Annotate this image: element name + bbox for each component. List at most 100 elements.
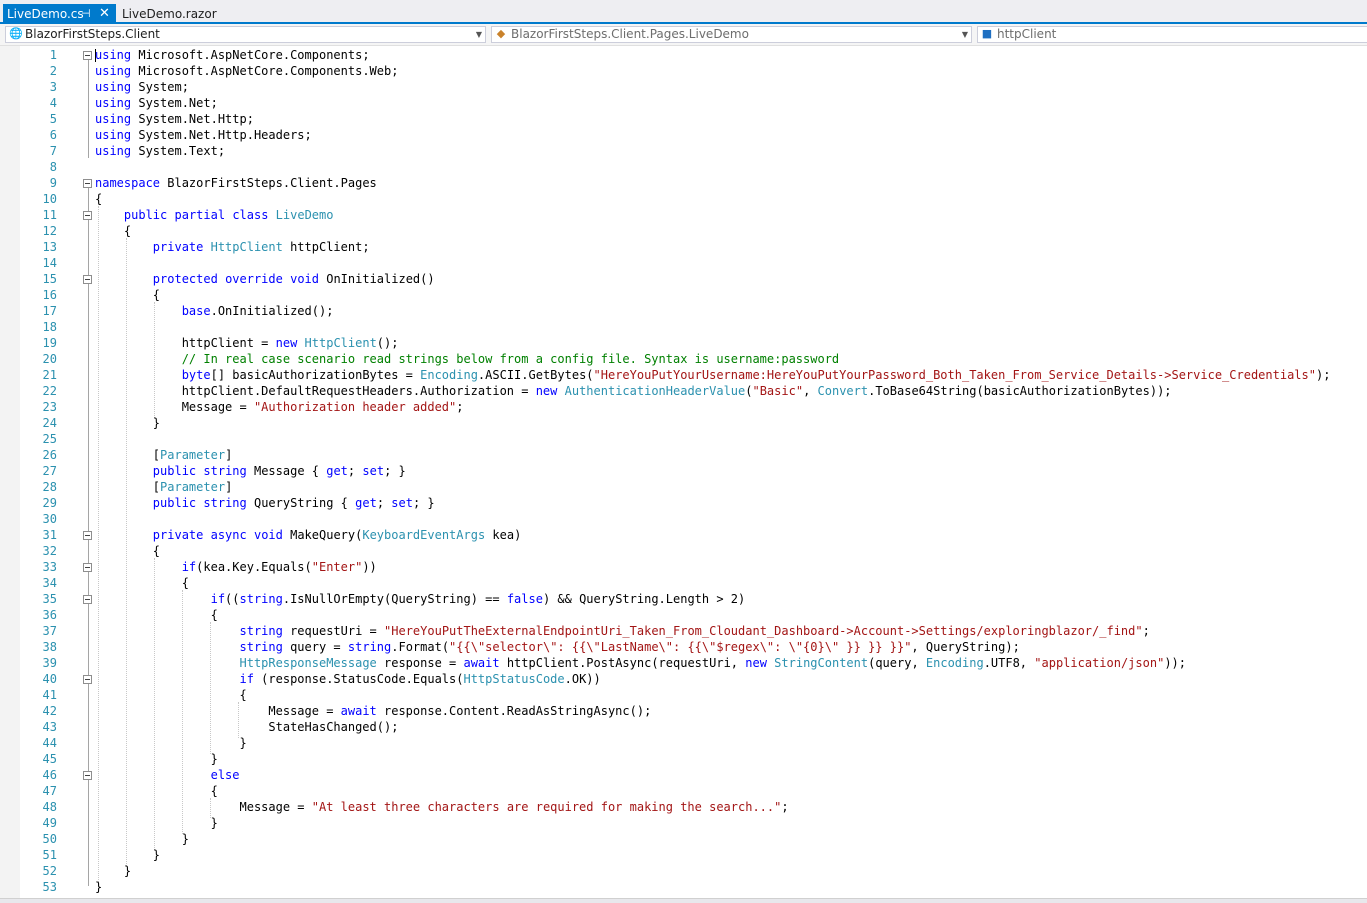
code-text[interactable]: using System.Net.Http; <box>95 111 254 127</box>
code-line[interactable]: 10 { <box>0 191 1367 207</box>
code-text[interactable]: Message = "Authorization header added"; <box>95 399 464 415</box>
close-icon[interactable]: ✕ <box>99 4 110 24</box>
code-line[interactable]: 9 namespace BlazorFirstSteps.Client.Pages <box>0 175 1367 191</box>
code-line[interactable]: 27 public string Message { get; set; } <box>0 463 1367 479</box>
code-line[interactable]: 23 Message = "Authorization header added… <box>0 399 1367 415</box>
code-text[interactable]: { <box>95 687 246 703</box>
member-dropdown[interactable]: ■ httpClient <box>977 26 1367 43</box>
code-line[interactable]: 16 { <box>0 287 1367 303</box>
code-line[interactable]: 1 using Microsoft.AspNetCore.Components; <box>0 47 1367 63</box>
code-text[interactable]: { <box>95 543 160 559</box>
code-line[interactable]: 17 base.OnInitialized(); <box>0 303 1367 319</box>
code-line[interactable]: 19 httpClient = new HttpClient(); <box>0 335 1367 351</box>
code-text[interactable]: if (response.StatusCode.Equals(HttpStatu… <box>95 671 601 687</box>
collapse-icon[interactable] <box>83 179 92 188</box>
code-text[interactable]: string requestUri = "HereYouPutTheExtern… <box>95 623 1150 639</box>
code-line[interactable]: 8 <box>0 159 1367 175</box>
code-line[interactable]: 15 protected override void OnInitialized… <box>0 271 1367 287</box>
tab-livedemo-cs[interactable]: LiveDemo.cs ⊣ ✕ <box>3 4 116 24</box>
code-line[interactable]: 39 HttpResponseMessage response = await … <box>0 655 1367 671</box>
code-line[interactable]: 13 private HttpClient httpClient; <box>0 239 1367 255</box>
pin-icon[interactable]: ⊣ <box>81 4 91 24</box>
code-line[interactable]: 46 else <box>0 767 1367 783</box>
code-line[interactable]: 22 httpClient.DefaultRequestHeaders.Auth… <box>0 383 1367 399</box>
code-line[interactable]: 2 using Microsoft.AspNetCore.Components.W… <box>0 63 1367 79</box>
code-line[interactable]: 32 { <box>0 543 1367 559</box>
collapse-icon[interactable] <box>83 675 92 684</box>
code-text[interactable]: if(kea.Key.Equals("Enter")) <box>95 559 377 575</box>
code-line[interactable]: 35 if((string.IsNullOrEmpty(QueryString)… <box>0 591 1367 607</box>
code-text[interactable]: } <box>95 751 218 767</box>
code-text[interactable]: else <box>95 767 240 783</box>
code-text[interactable]: public string QueryString { get; set; } <box>95 495 435 511</box>
code-text[interactable]: using System.Text; <box>95 143 225 159</box>
code-text[interactable]: protected override void OnInitialized() <box>95 271 435 287</box>
code-text[interactable]: } <box>95 415 160 431</box>
code-line[interactable]: 6 using System.Net.Http.Headers; <box>0 127 1367 143</box>
code-line[interactable]: 7 using System.Text; <box>0 143 1367 159</box>
code-line[interactable]: 37 string requestUri = "HereYouPutTheExt… <box>0 623 1367 639</box>
code-line[interactable]: 36 { <box>0 607 1367 623</box>
code-line[interactable]: 28 [Parameter] <box>0 479 1367 495</box>
code-text[interactable]: } <box>95 863 131 879</box>
collapse-icon[interactable] <box>83 595 92 604</box>
code-text[interactable]: using System.Net.Http.Headers; <box>95 127 312 143</box>
code-text[interactable]: using Microsoft.AspNetCore.Components; <box>95 47 370 63</box>
code-line[interactable]: 34 { <box>0 575 1367 591</box>
code-line[interactable]: 3 using System; <box>0 79 1367 95</box>
code-text[interactable]: Message = await response.Content.ReadAsS… <box>95 703 651 719</box>
code-line[interactable]: 31 private async void MakeQuery(Keyboard… <box>0 527 1367 543</box>
code-line[interactable]: 48 Message = "At least three characters … <box>0 799 1367 815</box>
code-text[interactable]: { <box>95 607 218 623</box>
code-line[interactable]: 50 } <box>0 831 1367 847</box>
collapse-icon[interactable] <box>83 771 92 780</box>
collapse-icon[interactable] <box>83 531 92 540</box>
code-line[interactable]: 4 using System.Net; <box>0 95 1367 111</box>
code-text[interactable]: namespace BlazorFirstSteps.Client.Pages <box>95 175 377 191</box>
code-text[interactable]: string query = string.Format("{{\"select… <box>95 639 1020 655</box>
type-dropdown[interactable]: ◆ BlazorFirstSteps.Client.Pages.LiveDemo… <box>491 26 972 43</box>
code-line[interactable]: 51 } <box>0 847 1367 863</box>
code-line[interactable]: 26 [Parameter] <box>0 447 1367 463</box>
code-text[interactable]: } <box>95 879 102 895</box>
code-line[interactable]: 24 } <box>0 415 1367 431</box>
code-text[interactable]: } <box>95 847 160 863</box>
code-text[interactable]: public string Message { get; set; } <box>95 463 406 479</box>
code-text[interactable]: if((string.IsNullOrEmpty(QueryString) ==… <box>95 591 746 607</box>
code-line[interactable]: 12 { <box>0 223 1367 239</box>
code-line[interactable]: 29 public string QueryString { get; set;… <box>0 495 1367 511</box>
chevron-down-icon[interactable]: ▼ <box>476 27 482 42</box>
code-text[interactable]: { <box>95 191 102 207</box>
code-text[interactable]: byte[] basicAuthorizationBytes = Encodin… <box>95 367 1331 383</box>
code-text[interactable]: httpClient.DefaultRequestHeaders.Authori… <box>95 383 1172 399</box>
code-line[interactable]: 38 string query = string.Format("{{\"sel… <box>0 639 1367 655</box>
code-line[interactable]: 18 <box>0 319 1367 335</box>
code-text[interactable]: using Microsoft.AspNetCore.Components.We… <box>95 63 398 79</box>
code-text[interactable]: using System; <box>95 79 189 95</box>
code-text[interactable]: private HttpClient httpClient; <box>95 239 370 255</box>
horizontal-scrollbar[interactable] <box>0 898 1367 903</box>
code-line[interactable]: 49 } <box>0 815 1367 831</box>
code-line[interactable]: 47 { <box>0 783 1367 799</box>
code-editor[interactable]: 1 using Microsoft.AspNetCore.Components; 2… <box>0 46 1367 898</box>
code-line[interactable]: 11 public partial class LiveDemo <box>0 207 1367 223</box>
code-text[interactable]: { <box>95 783 218 799</box>
code-text[interactable]: { <box>95 575 189 591</box>
code-line[interactable]: 33 if(kea.Key.Equals("Enter")) <box>0 559 1367 575</box>
code-text[interactable]: base.OnInitialized(); <box>95 303 334 319</box>
collapse-icon[interactable] <box>83 275 92 284</box>
code-line[interactable]: 40 if (response.StatusCode.Equals(HttpSt… <box>0 671 1367 687</box>
code-text[interactable]: { <box>95 287 160 303</box>
code-line[interactable]: 20 // In real case scenario read strings… <box>0 351 1367 367</box>
code-line[interactable]: 53} <box>0 879 1367 895</box>
collapse-icon[interactable] <box>83 563 92 572</box>
code-line[interactable]: 14 <box>0 255 1367 271</box>
tab-livedemo-razor[interactable]: LiveDemo.razor <box>118 4 221 24</box>
code-line[interactable]: 44 } <box>0 735 1367 751</box>
code-text[interactable]: httpClient = new HttpClient(); <box>95 335 399 351</box>
code-text[interactable]: Message = "At least three characters are… <box>95 799 788 815</box>
code-line[interactable]: 42 Message = await response.Content.Read… <box>0 703 1367 719</box>
code-text[interactable]: } <box>95 735 246 751</box>
code-line[interactable]: 21 byte[] basicAuthorizationBytes = Enco… <box>0 367 1367 383</box>
code-text[interactable]: private async void MakeQuery(KeyboardEve… <box>95 527 522 543</box>
